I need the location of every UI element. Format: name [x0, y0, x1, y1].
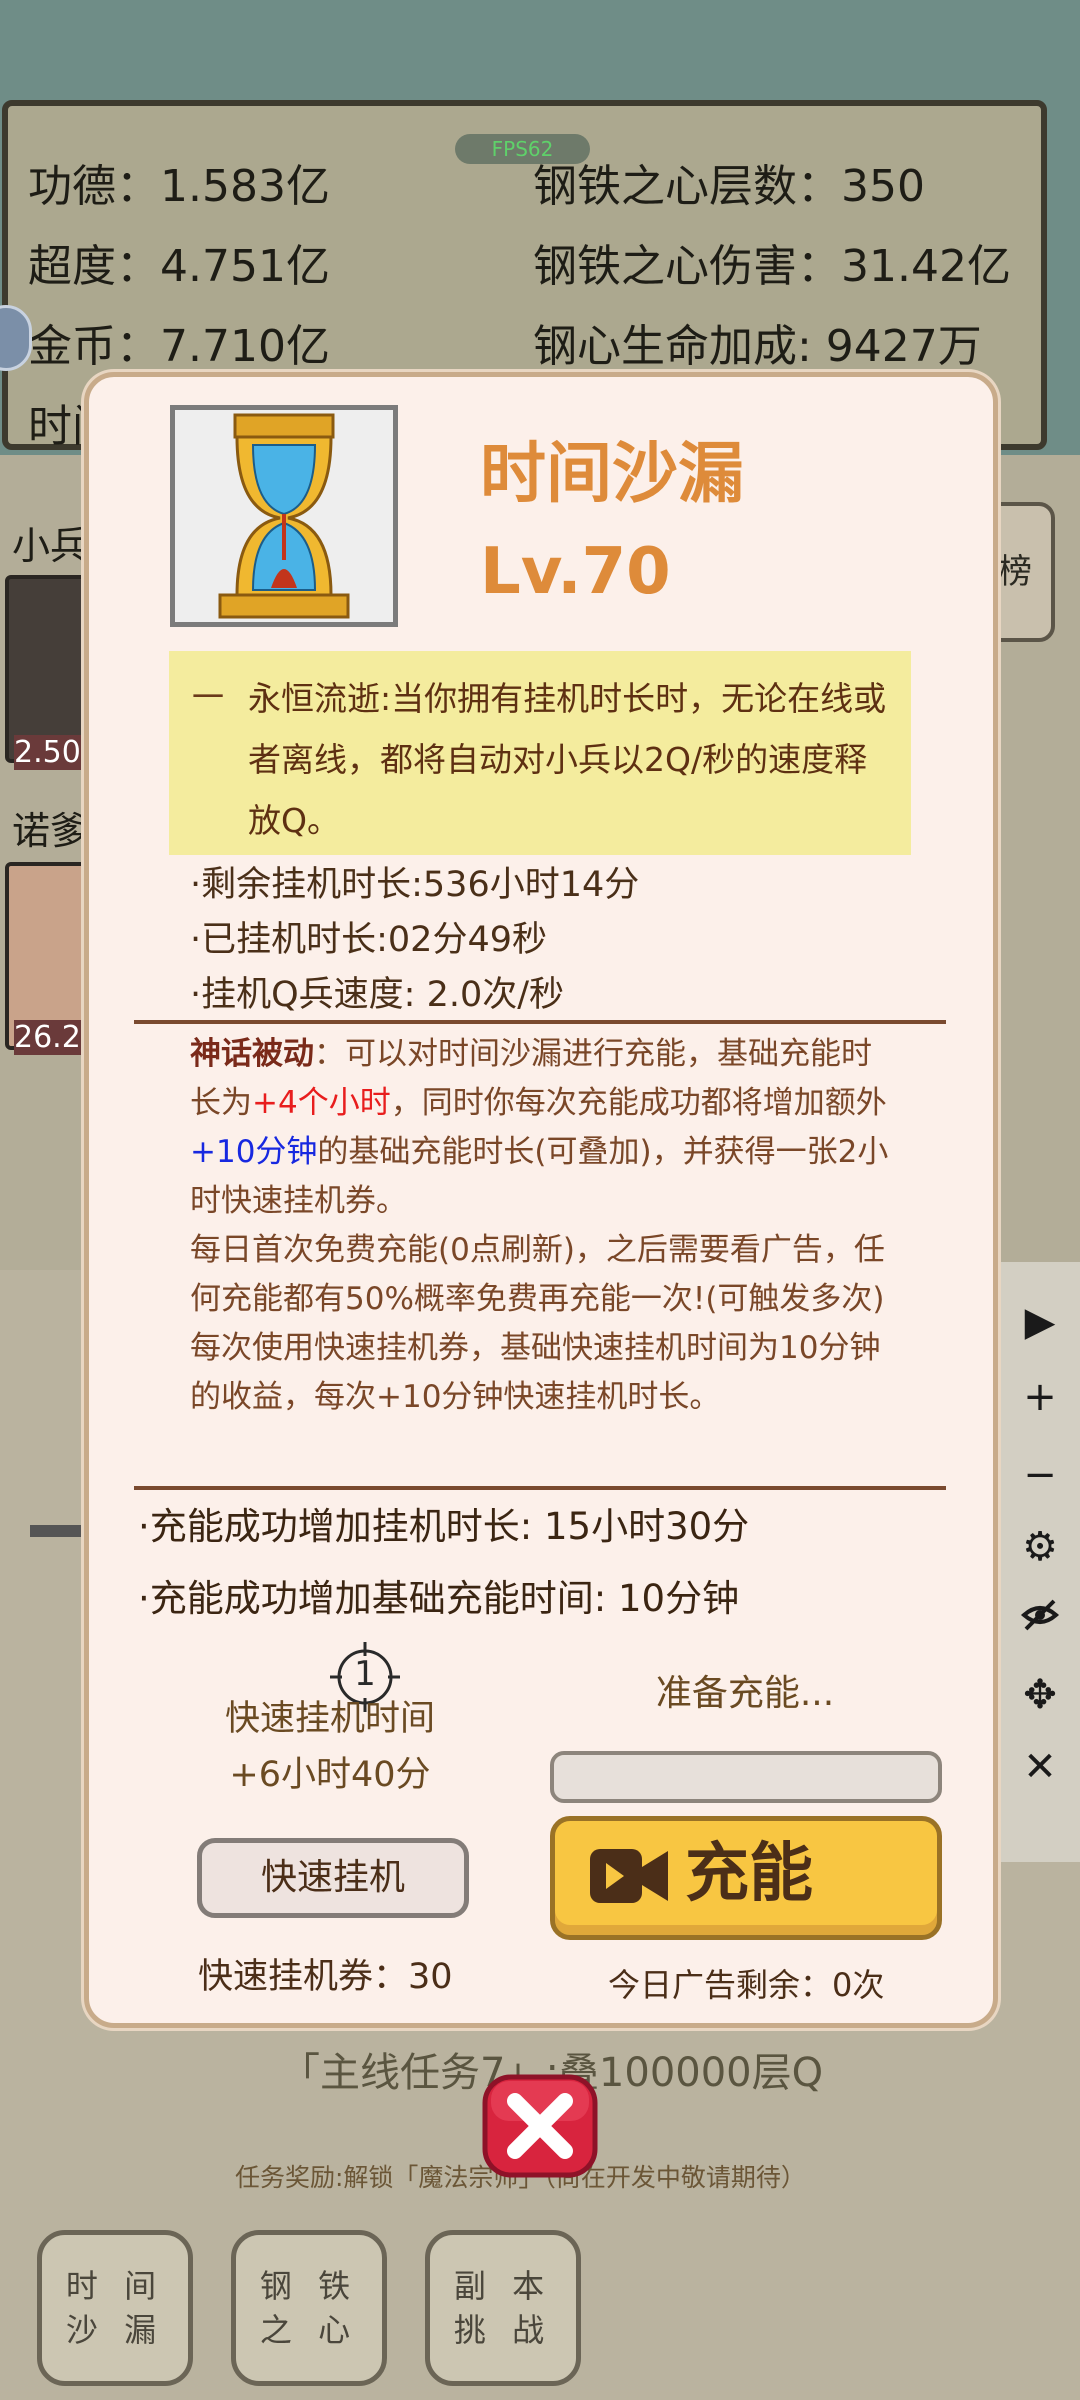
close-button[interactable] [481, 2073, 599, 2179]
myth-blue-value: +10分钟 [190, 1134, 318, 1170]
effect-dash: 一 [192, 678, 225, 716]
myth-text-p2: 每日首次免费充能(0点刷新)，之后需要看广告，任何充能都有50%概率免费再充能一… [190, 1232, 885, 1317]
quick-ticket-count: 快速挂机券：30 [198, 1957, 453, 1997]
quick-time-value: +6小时40分 [229, 1755, 431, 1795]
divider [134, 1486, 946, 1490]
item-frame [170, 405, 398, 627]
elapsed-time: ·已挂机时长:02分49秒 [190, 920, 547, 960]
counter-value: 1 [354, 1654, 376, 1694]
hourglass-icon [218, 413, 350, 619]
move-icon[interactable]: ✥ [1000, 1660, 1080, 1730]
item-name: 时间沙漏 [480, 435, 744, 512]
salvation-stat: 超度：4.751亿 [28, 241, 330, 292]
charge-gain: ·充能成功增加挂机时长: 15小时30分 [138, 1505, 750, 1548]
ads-remaining: 今日广告剩余：0次 [608, 1966, 885, 2004]
gear-icon[interactable]: ⚙ [1000, 1512, 1080, 1582]
myth-red-value: +4个小时 [252, 1085, 391, 1121]
coins-stat: 金币：7.710亿 [28, 321, 330, 372]
myth-title: 神话被动 [190, 1036, 314, 1072]
steel-layers-stat: 钢铁之心层数：350 [533, 161, 925, 212]
tab-hourglass-label: 时 间 沙 漏 [65, 2267, 165, 2349]
nuo-card-value: 26.2 [14, 1020, 81, 1055]
item-level: Lv.70 [480, 535, 671, 609]
play-icon[interactable]: ▶ [1000, 1287, 1080, 1357]
idle-speed: ·挂机Q兵速度: 2.0次/秒 [190, 975, 565, 1015]
myth-text-b: ，同时你每次充能成功都将增加额外 [390, 1085, 887, 1121]
charge-progress-bar [550, 1751, 942, 1803]
effect-description: 永恒流逝:当你拥有挂机时长时，无论在线或者离线，都将自动对小兵以2Q/秒的速度释… [248, 679, 887, 840]
fps-counter: FPS62 [455, 134, 590, 164]
eye-slash-icon[interactable] [1000, 1587, 1080, 1657]
merit-stat: 功德：1.583亿 [28, 161, 330, 212]
tab-dungeon[interactable]: 副 本 挑 战 [425, 2230, 581, 2386]
tab-steel-heart[interactable]: 钢 铁 之 心 [231, 2230, 387, 2386]
steel-hp-stat: 钢心生命加成: 9427万 [533, 321, 982, 372]
myth-text-p3: 每次使用快速挂机券，基础快速挂机时间为10分钟的收益，每次+10分钟快速挂机时长… [190, 1330, 881, 1415]
close-icon[interactable]: ✕ [1000, 1732, 1080, 1802]
close-icon [482, 2074, 598, 2178]
video-camera-icon [588, 1845, 670, 1911]
steel-damage-stat: 钢铁之心伤害：31.42亿 [533, 241, 1011, 292]
myth-passive-description: 神话被动：可以对时间沙漏进行充能，基础充能时长为+4个小时，同时你每次充能成功都… [190, 1030, 890, 1422]
nuo-label: 诺爹 [12, 809, 89, 853]
quick-time-label: 快速挂机时间 [224, 1699, 435, 1739]
minion-card-value: 2.50 [14, 735, 81, 770]
charge-base: ·充能成功增加基础充能时间: 10分钟 [138, 1577, 740, 1620]
minion-label: 小兵 [12, 524, 89, 568]
plus-icon[interactable]: + [1000, 1362, 1080, 1432]
minus-icon[interactable]: − [1000, 1440, 1080, 1510]
charge-button-label: 充能 [685, 1837, 813, 1911]
tab-dungeon-label: 副 本 挑 战 [453, 2267, 553, 2349]
side-toolbar: ▶ + − ⚙ ✥ ✕ [1000, 1262, 1080, 1862]
divider [134, 1020, 946, 1024]
quick-idle-button[interactable]: 快速挂机 [197, 1838, 469, 1918]
charge-status-label: 准备充能... [655, 1673, 835, 1714]
tab-steel-heart-label: 钢 铁 之 心 [259, 2267, 359, 2349]
remaining-time: ·剩余挂机时长:536小时14分 [190, 865, 640, 905]
tab-hourglass[interactable]: 时 间 沙 漏 [37, 2230, 193, 2386]
